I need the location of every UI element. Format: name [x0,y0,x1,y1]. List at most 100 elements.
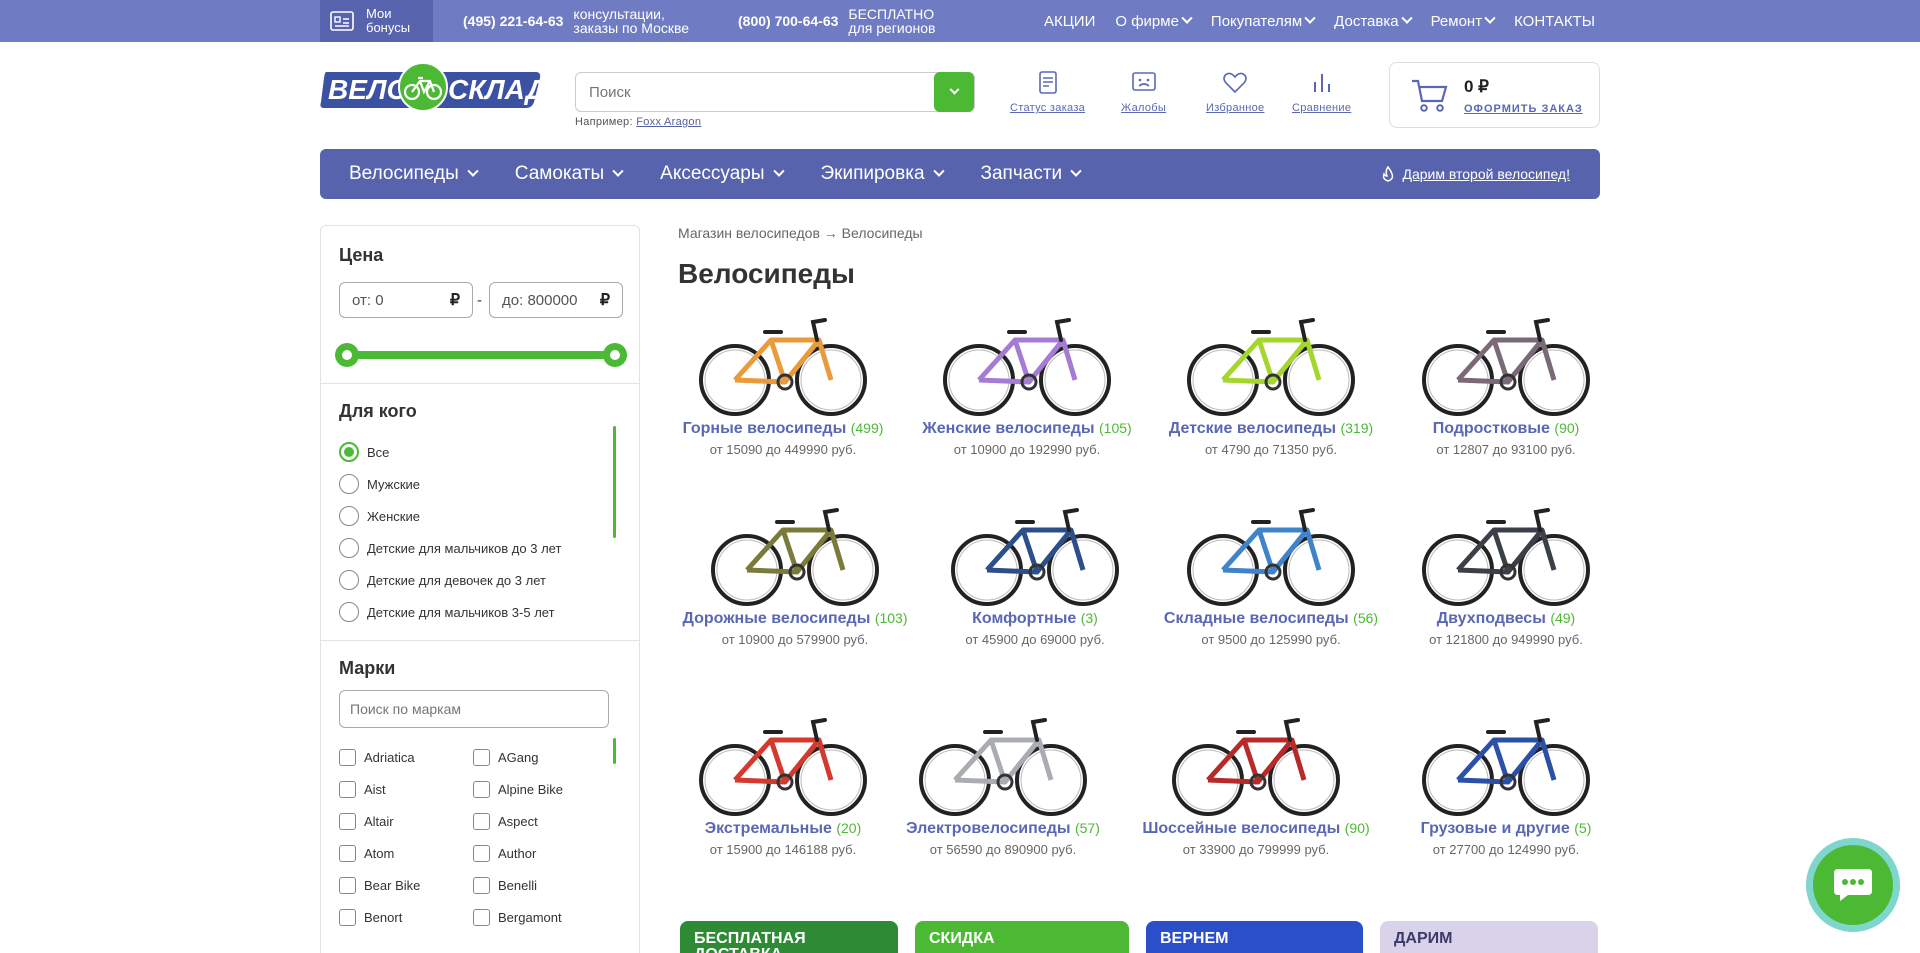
promo-banner-cashback[interactable]: ВЕРНЕМ [1146,921,1363,953]
breadcrumb-home-link[interactable]: Магазин велосипедов [678,225,820,241]
brand-checkbox[interactable]: Benelli [473,876,607,894]
search-input[interactable] [576,73,916,111]
category-name[interactable]: Электровелосипеды (57) [883,820,1123,838]
price-from-field[interactable]: от: 0 ₽ [339,282,473,318]
category-name[interactable]: Женские велосипеды (105) [907,420,1147,438]
category-name[interactable]: Складные велосипеды (56) [1151,610,1391,628]
promo-banner-gift[interactable]: ДАРИМ [1380,921,1598,953]
category-price-range: от 12807 до 93100 руб. [1436,442,1576,457]
brand-checkbox[interactable]: Aist [339,780,473,798]
brand-checkbox[interactable]: Author [473,844,607,862]
cart-widget[interactable]: 0 ₽ ОФОРМИТЬ ЗАКАЗ [1389,62,1600,128]
order-status-link[interactable]: Статус заказа [1010,70,1085,114]
radio-option[interactable]: Все [339,436,561,468]
category-card-road[interactable]: Дорожные велосипеды (103) от 10900 до 579… [675,500,915,647]
category-name[interactable]: Горные велосипеды (499) [663,420,903,438]
my-bonuses-button[interactable]: Мои бонусы [320,0,433,42]
category-card-kids[interactable]: Детские велосипеды (319) от 4790 до 71350… [1151,310,1391,457]
category-card-mountain[interactable]: Горные велосипеды (499) от 15090 до 44999… [663,310,903,457]
compare-link[interactable]: Сравнение [1292,70,1351,114]
who-scrollbar[interactable] [613,426,616,538]
brand-search-input[interactable] [339,690,609,728]
top-menu-promotions[interactable]: АКЦИИ [1044,13,1095,30]
currency-icon: ₽ [599,292,610,309]
category-card-road-racing[interactable]: Шоссейные велосипеды (90) от 33900 до 799… [1136,710,1376,857]
category-count: (499) [850,420,884,436]
price-to-field[interactable]: до: 800000 ₽ [489,282,623,318]
radio-option[interactable]: Детские для девочек до 3 лет [339,564,561,596]
category-count: (5) [1574,820,1592,836]
category-name[interactable]: Дорожные велосипеды (103) [675,610,915,628]
category-name[interactable]: Экстремальные (20) [663,820,903,838]
top-menu-contacts[interactable]: КОНТАКТЫ [1514,13,1595,30]
nav-item-parts[interactable]: Запчасти [981,163,1082,185]
radio-option[interactable]: Детские для мальчиков 3-5 лет [339,596,561,628]
top-menu-delivery[interactable]: Доставка [1334,13,1413,30]
search-submit-button[interactable] [934,72,974,112]
category-name[interactable]: Комфортные (3) [915,610,1155,628]
slider-max-handle[interactable] [603,343,627,367]
phone-moscow[interactable]: (495) 221-64-63 консультации, заказы по … [463,0,693,42]
category-count: (90) [1344,820,1370,836]
brand-checkbox[interactable]: Altair [339,812,473,830]
brand-checkbox[interactable]: Benort [339,908,473,926]
complaints-link[interactable]: Жалобы [1121,70,1166,114]
brand-checkbox[interactable]: Bergamont [473,908,607,926]
bicycle-image [1422,718,1590,816]
checkbox-icon [473,748,490,766]
brand-checkbox[interactable]: Bear Bike [339,876,473,894]
category-card-cargo[interactable]: Грузовые и другие (5) от 27700 до 124990 … [1386,710,1626,857]
favorites-link[interactable]: Избранное [1206,70,1264,114]
divider [321,383,639,384]
nav-item-equipment[interactable]: Экипировка [821,163,945,185]
category-card-extreme[interactable]: Экстремальные (20) от 15900 до 146188 руб… [663,710,903,857]
phone-number[interactable]: (800) 700-64-63 [738,13,838,29]
category-card-electric[interactable]: Электровелосипеды (57) от 56590 до 890900… [883,710,1123,857]
phone-number[interactable]: (495) 221-64-63 [463,13,563,29]
category-name[interactable]: Детские велосипеды (319) [1151,420,1391,438]
category-price-range: от 27700 до 124990 руб. [1432,842,1580,857]
nav-item-accessories[interactable]: Аксессуары [660,163,785,185]
top-bar: Мои бонусы (495) 221-64-63 консультации,… [0,0,1920,42]
category-count: (90) [1554,420,1580,436]
search-example-link[interactable]: Foxx Aragon [636,116,701,128]
brands-scrollbar[interactable] [613,738,616,764]
brand-checkbox[interactable]: AGang [473,748,607,766]
chevron-down-icon [612,165,624,177]
breadcrumb-arrow-icon: → [823,225,838,241]
nav-item-scooters[interactable]: Самокаты [515,163,624,185]
category-card-folding[interactable]: Складные велосипеды (56) от 9500 до 12599… [1151,500,1391,647]
brand-checkbox[interactable]: Alpine Bike [473,780,607,798]
radio-option[interactable]: Мужские [339,468,561,500]
top-menu-repair[interactable]: Ремонт [1431,13,1496,30]
chevron-down-icon [932,165,945,177]
who-filter-title: Для кого [339,401,417,421]
brands-filter-title: Марки [339,658,396,678]
promo-banner-discount[interactable]: СКИДКА [915,921,1129,953]
category-name[interactable]: Двухподвесы (49) [1386,610,1626,628]
category-card-teen[interactable]: Подростковые (90) от 12807 до 93100 руб. [1386,310,1626,457]
top-menu-customers[interactable]: Покупателям [1211,13,1316,30]
promo-link[interactable]: Дарим второй велосипед! [1381,149,1570,199]
brand-checkbox[interactable]: Adriatica [339,748,473,766]
nav-item-bicycles[interactable]: Велосипеды [349,163,479,185]
checkbox-icon [339,908,356,926]
promo-banner-free-delivery[interactable]: БЕСПЛАТНАЯ ДОСТАВКА [680,921,898,953]
brand-checkbox[interactable]: Atom [339,844,473,862]
radio-option[interactable]: Женские [339,500,561,532]
category-name[interactable]: Грузовые и другие (5) [1386,820,1626,838]
top-menu-about[interactable]: О фирме [1115,13,1193,30]
category-name[interactable]: Подростковые (90) [1386,420,1626,438]
category-name[interactable]: Шоссейные велосипеды (90) [1136,820,1376,838]
radio-option[interactable]: Детские для мальчиков до 3 лет [339,532,561,564]
category-card-dual-suspension[interactable]: Двухподвесы (49) от 121800 до 949990 руб. [1386,500,1626,647]
category-card-comfort[interactable]: Комфортные (3) от 45900 до 69000 руб. [915,500,1155,647]
slider-track [343,351,619,359]
site-logo[interactable]: ВЕЛО СКЛАД [320,62,546,112]
slider-min-handle[interactable] [335,343,359,367]
checkout-link[interactable]: ОФОРМИТЬ ЗАКАЗ [1464,103,1583,115]
phone-regions[interactable]: (800) 700-64-63 БЕСПЛАТНО для регионов [738,0,938,42]
category-card-women[interactable]: Женские велосипеды (105) от 10900 до 1929… [907,310,1147,457]
chat-button[interactable] [1806,838,1900,932]
brand-checkbox[interactable]: Aspect [473,812,607,830]
